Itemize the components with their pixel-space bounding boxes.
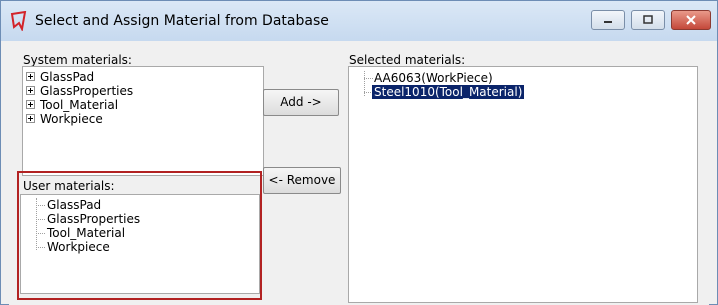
close-button[interactable] (671, 10, 711, 30)
app-logo-icon (10, 11, 27, 31)
expand-icon[interactable] (26, 72, 35, 81)
expand-icon[interactable] (26, 114, 35, 123)
tree-node-label: Steel1010(Tool_Material) (370, 84, 526, 100)
tree-node-tool-material[interactable]: Tool_Material (47, 226, 125, 240)
system-materials-tree[interactable]: GlassPad GlassProperties Tool_Material W… (22, 66, 264, 176)
close-icon (686, 15, 696, 25)
tree-node-glassproperties[interactable]: GlassProperties (47, 212, 140, 226)
selected-materials-tree[interactable]: AA6063(WorkPiece) Steel1010(Tool_Materia… (348, 66, 698, 303)
window-title: Select and Assign Material from Database (35, 13, 329, 29)
user-materials-label: User materials: (23, 179, 115, 193)
tree-node-glassproperties[interactable]: GlassProperties (26, 84, 134, 98)
tree-connector (364, 78, 373, 79)
tree-connector (36, 247, 45, 248)
selected-item-aa6063[interactable]: AA6063(WorkPiece) (374, 71, 493, 85)
tree-node-label: Workpiece (40, 112, 103, 126)
minimize-icon (604, 21, 612, 23)
tree-connector (36, 233, 45, 234)
maximize-button[interactable] (631, 10, 665, 30)
dialog-body: System materials: GlassPad GlassProperti… (9, 41, 709, 305)
tree-node-tool-material[interactable]: Tool_Material (26, 98, 119, 112)
material-dialog: Select and Assign Material from Database… (0, 0, 718, 305)
add-button[interactable]: Add -> (263, 89, 339, 116)
remove-button[interactable]: <- Remove (263, 167, 341, 194)
tree-node-glasspad[interactable]: GlassPad (26, 70, 95, 84)
expand-icon[interactable] (26, 100, 35, 109)
maximize-icon (643, 15, 653, 24)
system-materials-label: System materials: (23, 53, 132, 67)
selected-item-steel1010[interactable]: Steel1010(Tool_Material) (370, 84, 526, 100)
tree-node-label: GlassPad (40, 70, 95, 84)
tree-node-glasspad[interactable]: GlassPad (47, 198, 101, 212)
tree-node-workpiece[interactable]: Workpiece (47, 240, 110, 254)
tree-node-workpiece[interactable]: Workpiece (26, 112, 103, 126)
tree-connector (36, 219, 45, 220)
expand-icon[interactable] (26, 86, 35, 95)
user-materials-tree[interactable]: GlassPad GlassProperties Tool_Material W… (20, 194, 260, 294)
selected-materials-label: Selected materials: (349, 53, 466, 67)
tree-node-label: GlassProperties (40, 84, 134, 98)
minimize-button[interactable] (591, 10, 625, 30)
tree-node-label: AA6063(WorkPiece) (374, 71, 493, 85)
title-bar[interactable]: Select and Assign Material from Database (1, 1, 717, 41)
tree-connector (36, 205, 45, 206)
tree-node-label: Tool_Material (40, 98, 119, 112)
